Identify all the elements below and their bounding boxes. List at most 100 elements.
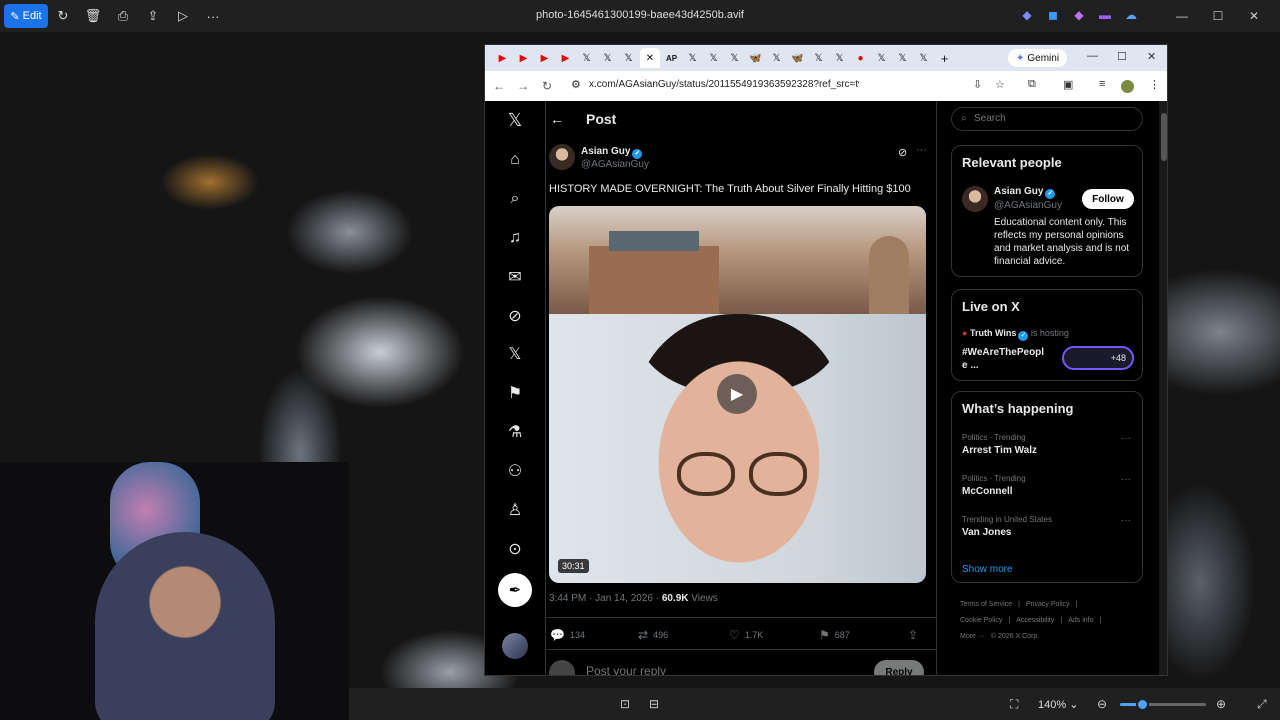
share-post-action[interactable]: ⇪ <box>908 628 918 642</box>
tab-red-site[interactable]: ● <box>851 48 870 68</box>
tab-ap[interactable]: AP <box>662 48 681 68</box>
slideshow-icon[interactable]: ▷ <box>168 4 198 28</box>
close-icon[interactable]: ✕ <box>1238 4 1270 28</box>
tab-x[interactable]: 𝕏 <box>577 48 596 68</box>
url-field[interactable]: x.com/AGAsianGuy/status/2011554919363592… <box>589 79 859 90</box>
zoom-slider-handle[interactable] <box>1135 698 1149 711</box>
tab-x[interactable]: 𝕏 <box>725 48 744 68</box>
bookmark-action[interactable]: ⚑ 687 <box>819 628 850 642</box>
tab-youtube[interactable]: ▶ <box>535 48 554 68</box>
scrollbar-thumb[interactable] <box>1161 113 1167 161</box>
trend-more-icon[interactable]: ··· <box>1121 474 1131 485</box>
media-controls-icon[interactable]: ≡ <box>1099 78 1105 90</box>
rotate-icon[interactable]: ↻ <box>48 4 78 28</box>
tab-x[interactable]: 𝕏 <box>683 48 702 68</box>
profile-nav-icon[interactable]: ♙ <box>504 499 526 521</box>
author-handle[interactable]: @AGAsianGuy <box>581 159 649 170</box>
more-link[interactable]: More ··· <box>960 633 985 640</box>
terms-link[interactable]: Terms of Service <box>960 601 1012 608</box>
live-topic[interactable]: #WeAreThePeopl e ... <box>962 346 1050 372</box>
tab-x[interactable]: 𝕏 <box>830 48 849 68</box>
tab-x[interactable]: 𝕏 <box>809 48 828 68</box>
fullscreen-icon[interactable]: ⤢ <box>1257 697 1267 712</box>
home-icon[interactable]: ⌂ <box>504 149 526 171</box>
search-input[interactable] <box>974 113 1134 124</box>
trend-item[interactable]: Trending in United States Van Jones ··· <box>962 515 1137 538</box>
zoom-in-icon[interactable]: ⊕ <box>1216 697 1226 711</box>
play-icon[interactable]: ▶ <box>717 374 757 414</box>
split-view-icon[interactable]: ▣ <box>1063 78 1073 91</box>
compose-post-button[interactable]: ✒ <box>498 573 532 607</box>
search-box[interactable]: ⌕ <box>951 107 1143 131</box>
follow-button[interactable]: Follow <box>1082 189 1134 209</box>
x-logo-icon[interactable]: 𝕏 <box>504 109 526 131</box>
zoom-slider[interactable] <box>1120 698 1206 711</box>
live-listeners-pill[interactable]: +48 <box>1062 346 1134 370</box>
grok-icon[interactable]: ⊘ <box>504 305 526 327</box>
video-player[interactable]: ▶ 30:31 <box>549 206 926 583</box>
editor-icon[interactable]: ▬ <box>1094 4 1116 26</box>
more-nav-icon[interactable]: ⊙ <box>504 538 526 560</box>
live-host[interactable]: ● Truth Wins ✓ is hosting <box>962 328 1069 341</box>
ocr-icon[interactable]: ⊟ <box>649 697 659 711</box>
grok-explain-icon[interactable]: ⊘ <box>898 146 907 159</box>
extensions-icon[interactable]: ⧉ <box>1028 78 1036 91</box>
more-icon[interactable]: ··· <box>198 4 228 28</box>
profile-icon[interactable] <box>1121 80 1134 93</box>
ads-info-link[interactable]: Ads info <box>1068 617 1093 624</box>
browser-close-icon[interactable]: ✕ <box>1147 50 1156 63</box>
tab-youtube[interactable]: ▶ <box>556 48 575 68</box>
communities-icon[interactable]: ⚇ <box>504 460 526 482</box>
relevant-person-avatar[interactable] <box>962 186 988 212</box>
post-more-icon[interactable]: ··· <box>916 144 927 156</box>
delete-icon[interactable]: 🗑 <box>78 4 108 28</box>
trend-more-icon[interactable]: ··· <box>1121 515 1131 526</box>
page-scrollbar[interactable] <box>1159 101 1167 675</box>
tab-youtube[interactable]: ▶ <box>514 48 533 68</box>
trend-item[interactable]: Politics · Trending Arrest Tim Walz ··· <box>962 433 1137 456</box>
tab-x[interactable]: 𝕏 <box>598 48 617 68</box>
cookie-link[interactable]: Cookie Policy <box>960 617 1002 624</box>
clipchamp-icon[interactable]: ◆ <box>1068 4 1090 26</box>
fit-window-icon[interactable]: ⛶ <box>1010 697 1018 712</box>
messages-icon[interactable]: ✉ <box>504 266 526 288</box>
designer-icon[interactable]: ◼ <box>1042 4 1064 26</box>
visual-search-icon[interactable]: ⊡ <box>620 697 630 711</box>
tab-x[interactable]: 𝕏 <box>704 48 723 68</box>
new-tab-icon[interactable]: + <box>935 48 954 68</box>
edit-button[interactable]: ✎ Edit <box>4 4 48 28</box>
repost-action[interactable]: ⇄ 496 <box>638 628 668 642</box>
browser-minimize-icon[interactable]: — <box>1087 50 1098 62</box>
show-more-link[interactable]: Show more <box>962 564 1013 575</box>
back-icon[interactable]: ← <box>487 79 511 93</box>
tab-x[interactable]: 𝕏 <box>619 48 638 68</box>
zoom-out-icon[interactable]: ⊖ <box>1097 697 1107 711</box>
minimize-icon[interactable]: — <box>1166 4 1198 28</box>
reply-action[interactable]: 💬 134 <box>550 628 585 642</box>
bookmarks-icon[interactable]: ⚑ <box>504 382 526 404</box>
copilot-icon[interactable]: ◆ <box>1016 4 1038 26</box>
share-icon[interactable]: ⇪ <box>138 4 168 28</box>
notifications-icon[interactable]: ♫ <box>504 227 526 249</box>
forward-icon[interactable]: → <box>511 79 535 93</box>
tab-bluesky[interactable]: 🦋 <box>788 48 807 68</box>
trend-item[interactable]: Politics · Trending McConnell ··· <box>962 474 1137 497</box>
explore-icon[interactable]: ⌕ <box>504 188 526 210</box>
onedrive-icon[interactable]: ☁ <box>1120 4 1142 26</box>
post-timestamp[interactable]: 3:44 PM · Jan 14, 2026 · <box>549 593 662 604</box>
tab-close-icon[interactable]: ✕ <box>640 48 660 68</box>
relevant-person-name[interactable]: Asian Guy ✓ <box>994 186 1056 199</box>
privacy-link[interactable]: Privacy Policy <box>1026 601 1070 608</box>
reload-icon[interactable]: ↻ <box>535 79 559 93</box>
reply-button[interactable]: Reply <box>874 660 924 675</box>
maximize-icon[interactable]: ☐ <box>1202 4 1234 28</box>
site-info-icon[interactable]: ⚙ <box>571 78 581 91</box>
trend-more-icon[interactable]: ··· <box>1121 433 1131 444</box>
back-arrow-icon[interactable]: ← <box>550 111 564 127</box>
bookmark-star-icon[interactable]: ☆ <box>995 78 1005 91</box>
tab-x[interactable]: 𝕏 <box>914 48 933 68</box>
tab-youtube[interactable]: ▶ <box>493 48 512 68</box>
tab-x[interactable]: 𝕏 <box>767 48 786 68</box>
premium-icon[interactable]: 𝕏 <box>504 343 526 365</box>
reply-input[interactable]: Post your reply <box>586 664 666 675</box>
